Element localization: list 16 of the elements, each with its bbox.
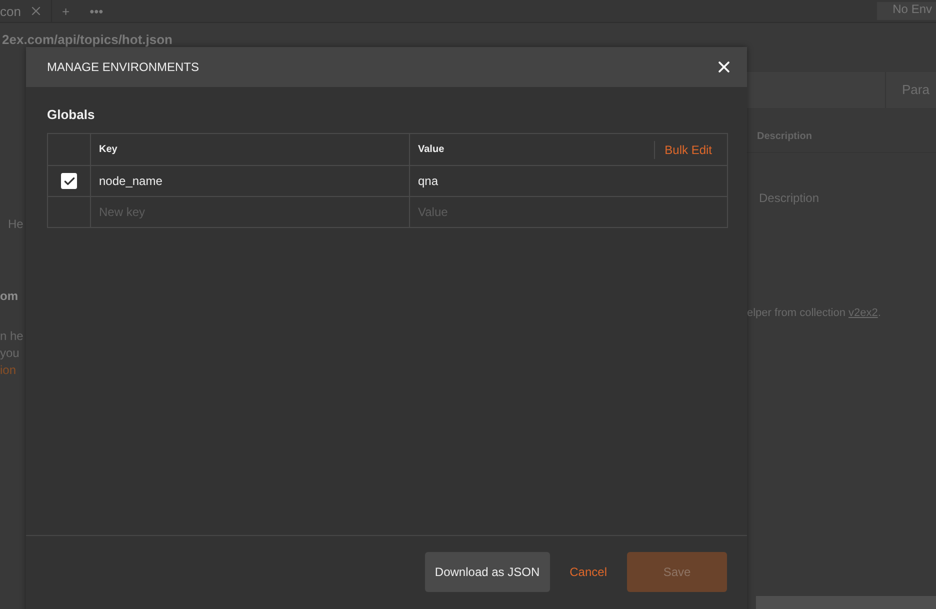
checkbox[interactable]	[61, 173, 77, 189]
section-title: om	[0, 289, 19, 303]
column-header: Value	[418, 144, 444, 155]
bulk-edit-link[interactable]: Bulk Edit	[654, 140, 727, 158]
more-tabs-button[interactable]: •••	[80, 4, 114, 18]
value-cell[interactable]: qna	[418, 174, 438, 188]
download-button[interactable]: Download as JSON	[424, 552, 550, 592]
request-url: 2ex.com/api/topics/hot.json	[2, 32, 172, 47]
key-cell[interactable]: node_name	[99, 174, 162, 188]
request-tab[interactable]: con	[0, 0, 52, 22]
save-button[interactable]: Save	[627, 552, 727, 592]
section-title: Globals	[47, 107, 96, 122]
cancel-button[interactable]: Cancel	[570, 565, 607, 579]
modal-title: MANAGE ENVIRONMENTS	[47, 60, 200, 74]
new-tab-button[interactable]: +	[52, 4, 80, 18]
column-header: Key	[99, 144, 118, 155]
